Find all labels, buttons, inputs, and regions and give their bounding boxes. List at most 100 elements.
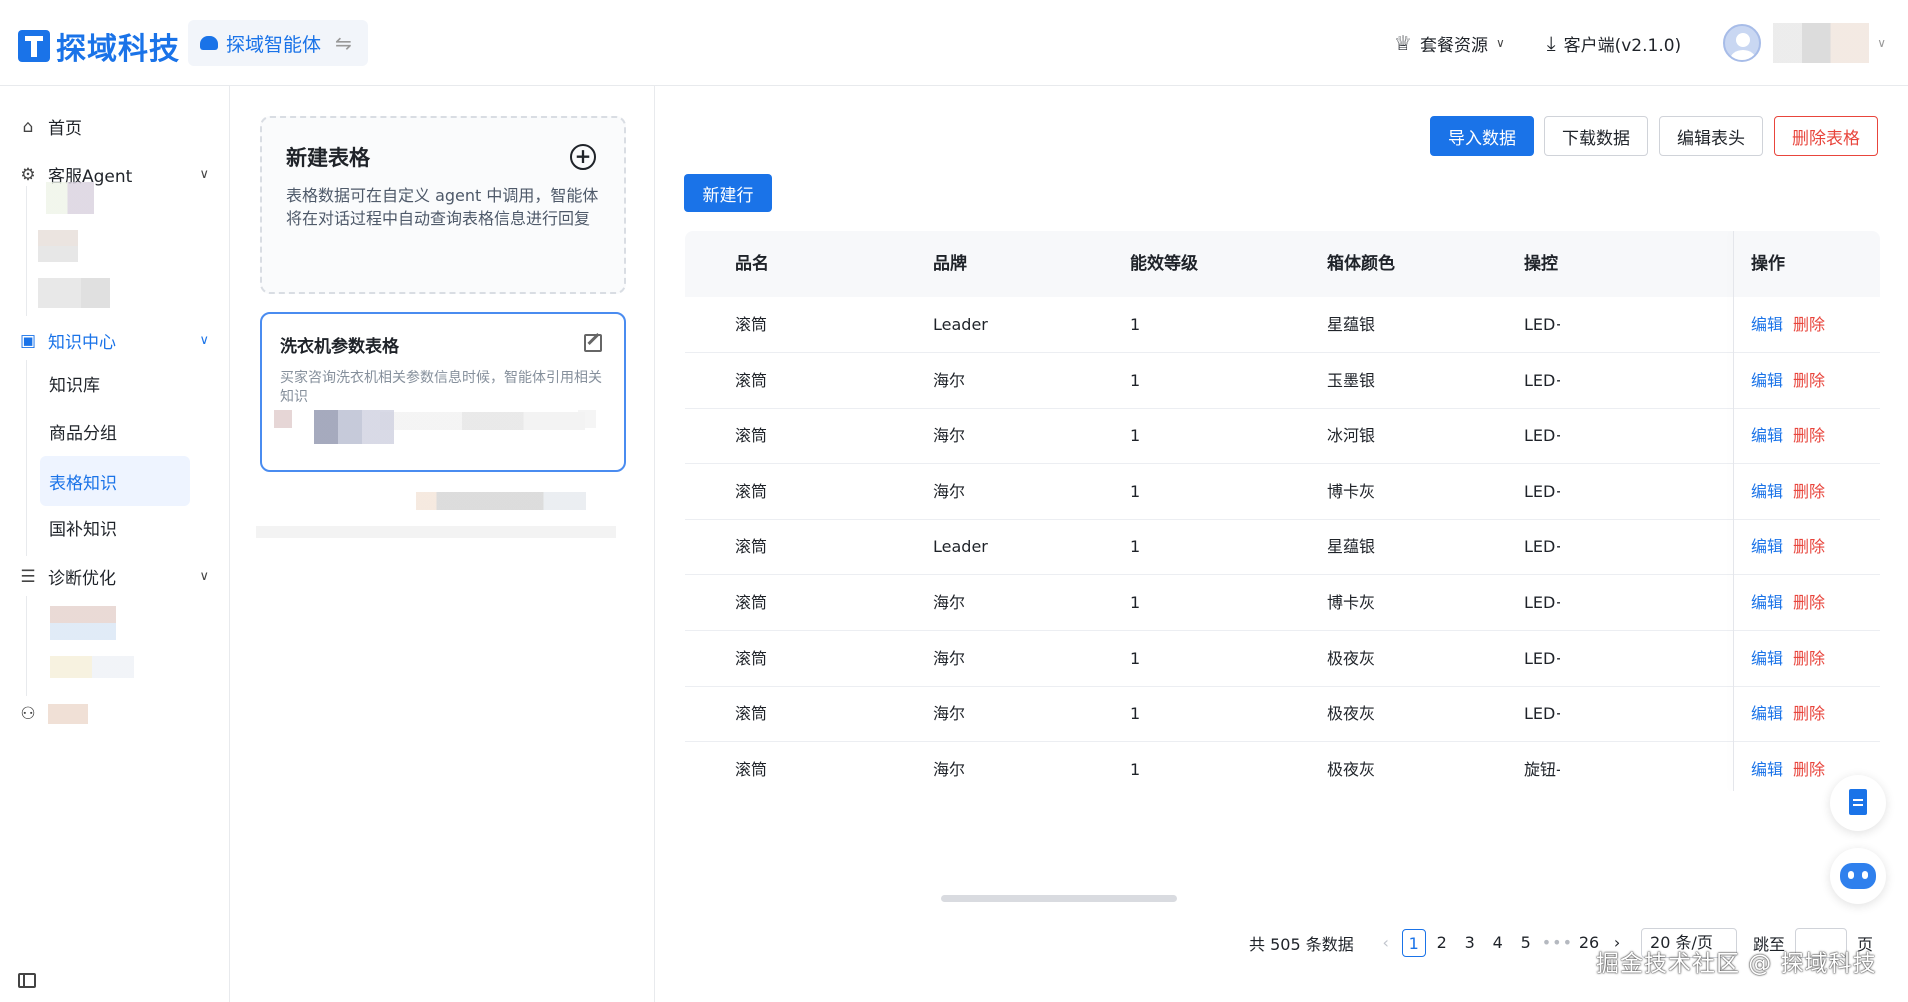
client-download-link[interactable]: ⤓ 客户端(v2.1.0) [1547,31,1681,56]
edit-row-link[interactable]: 编辑 [1751,649,1783,668]
table-content: 导入数据 下载数据 编辑表头 删除表格 新建行 品名 品牌 能效等级 箱体颜色 … [655,86,1908,1002]
column-header: 操作 [1751,254,1785,274]
blurred-item[interactable] [314,410,394,444]
edit-row-link[interactable]: 编辑 [1751,760,1783,779]
prev-page-icon[interactable]: ‹ [1374,929,1398,957]
delete-row-link[interactable]: 删除 [1793,760,1825,779]
download-data-button[interactable]: 下载数据 [1544,116,1648,156]
delete-row-link[interactable]: 删除 [1793,704,1825,723]
assistant-bot-button[interactable] [1830,848,1886,904]
edit-row-link[interactable]: 编辑 [1751,704,1783,723]
table-card-title: 洗衣机参数表格 [280,337,399,357]
column-header[interactable]: 品牌 [933,231,967,297]
edit-row-link[interactable]: 编辑 [1751,482,1783,501]
delete-row-link[interactable]: 删除 [1793,426,1825,445]
new-row-button[interactable]: 新建行 [684,174,772,212]
page-4[interactable]: 4 [1486,929,1510,957]
agent-name: 探域智能体 [226,33,322,56]
edit-header-button[interactable]: 编辑表头 [1659,116,1763,156]
data-table: 品名 品牌 能效等级 箱体颜色 操控 操作 滚筒 Leader 1 星蕴银 LED+ 编辑… [685,231,1880,791]
logo[interactable]: 探域科技 [18,24,180,68]
table-card-washer[interactable]: 洗衣机参数表格 买家咨询洗衣机相关参数信息时候，智能体引用相关知识 [260,312,626,472]
page-5[interactable]: 5 [1514,929,1538,957]
table-cell: 海尔 [933,426,966,446]
page-2[interactable]: 2 [1430,929,1454,957]
sidebar-item-home[interactable]: ⌂ 首页 [18,114,213,140]
table-cell: 1 [1130,648,1141,668]
blurred-item[interactable] [578,410,596,428]
delete-row-link[interactable]: 删除 [1793,593,1825,612]
table-cell: 博卡灰 [1327,481,1376,501]
user-name-blurred[interactable] [1773,23,1870,63]
table-row: 滚筒 海尔 1 博卡灰 LED+ 编辑删除 [685,464,1880,520]
sidebar-item-label: 首页 [48,119,82,139]
chevron-down-icon[interactable]: ∨ [1877,36,1886,50]
swap-icon[interactable]: ⇋ [335,31,352,55]
edit-row-link[interactable]: 编辑 [1751,593,1783,612]
blurred-item[interactable] [50,606,116,640]
delete-row-link[interactable]: 删除 [1793,371,1825,390]
page-1[interactable]: 1 [1401,929,1426,957]
row-actions: 编辑 删除 [1751,575,1825,631]
row-actions: 编辑 删除 [1751,742,1825,791]
table-cell: 星蕴银 [1327,537,1376,557]
blurred-item[interactable] [50,656,134,678]
sub-menu-line [26,596,27,696]
users-icon: ⚇ [20,704,36,724]
edit-row-link[interactable]: 编辑 [1751,315,1783,334]
sidebar-item-subsidy-knowledge[interactable]: 国补知识 [40,502,190,552]
table-cell: 1 [1130,481,1141,501]
table-cell: 1 [1130,704,1141,724]
delete-row-link[interactable]: 删除 [1793,649,1825,668]
row-actions: 编辑 删除 [1751,408,1825,464]
blurred-item[interactable] [416,492,586,510]
row-actions: 编辑 删除 [1751,686,1825,742]
blurred-item[interactable] [38,278,110,308]
table-cell: 冰河银 [1327,426,1376,446]
table-row: 滚筒 Leader 1 星蕴银 LED+ 编辑删除 [685,297,1880,353]
sidebar-item-knowledge-base[interactable]: 知识库 [40,358,190,408]
blurred-item[interactable] [38,230,78,262]
blurred-item[interactable] [46,182,94,214]
table-cell: Leader [933,315,988,334]
sidebar-item-team[interactable]: ⚇ [18,704,213,724]
import-data-button[interactable]: 导入数据 [1430,116,1534,156]
page-3[interactable]: 3 [1458,929,1482,957]
column-header[interactable]: 箱体颜色 [1327,231,1395,297]
row-actions: 编辑 删除 [1751,631,1825,687]
table-cell: 1 [1130,759,1141,779]
column-header[interactable]: 操控 [1524,231,1558,297]
edit-icon[interactable] [584,334,602,352]
blurred-item[interactable] [274,410,292,428]
column-header[interactable]: 品名 [735,231,769,297]
new-table-card[interactable]: 新建表格 表格数据可在自定义 agent 中调用，智能体将在对话过程中自动查询表… [260,116,626,294]
row-actions: 编辑 删除 [1751,297,1825,353]
delete-table-button[interactable]: 删除表格 [1774,116,1878,156]
sidebar-item-diagnose[interactable]: ☰ 诊断优化 ∨ [18,564,213,590]
delete-row-link[interactable]: 删除 [1793,537,1825,556]
total-count: 共 505 条数据 [1249,935,1354,954]
ellipsis[interactable]: ••• [1542,929,1573,957]
avatar[interactable] [1723,24,1762,62]
agent-switcher[interactable]: 探域智能体 ⇋ [188,20,368,66]
edit-row-link[interactable]: 编辑 [1751,537,1783,556]
edit-row-link[interactable]: 编辑 [1751,426,1783,445]
collapse-sidebar-icon[interactable] [18,973,36,988]
delete-row-link[interactable]: 删除 [1793,482,1825,501]
sidebar-item-product-groups[interactable]: 商品分组 [40,406,190,456]
row-actions: 编辑 删除 [1751,464,1825,520]
plus-circle-icon[interactable]: + [570,144,596,170]
table-header: 品名 品牌 能效等级 箱体颜色 操控 操作 [685,231,1880,297]
table-row: 滚筒 Leader 1 星蕴银 LED+ 编辑删除 [685,519,1880,576]
sidebar-item-knowledge[interactable]: ▣ 知识中心 ∨ [18,328,213,354]
edit-row-link[interactable]: 编辑 [1751,371,1783,390]
table-card-desc: 买家咨询洗衣机相关参数信息时候，智能体引用相关知识 [280,370,602,405]
plan-resources-menu[interactable]: ♕ 套餐资源 ∨ [1394,31,1505,56]
sidebar-item-table-knowledge[interactable]: 表格知识 [40,456,190,506]
document-float-button[interactable] [1830,775,1886,831]
horizontal-scrollbar[interactable] [941,895,1177,902]
logo-icon [18,30,50,62]
column-header[interactable]: 能效等级 [1130,231,1198,297]
book-icon: ▣ [19,330,37,351]
delete-row-link[interactable]: 删除 [1793,315,1825,334]
